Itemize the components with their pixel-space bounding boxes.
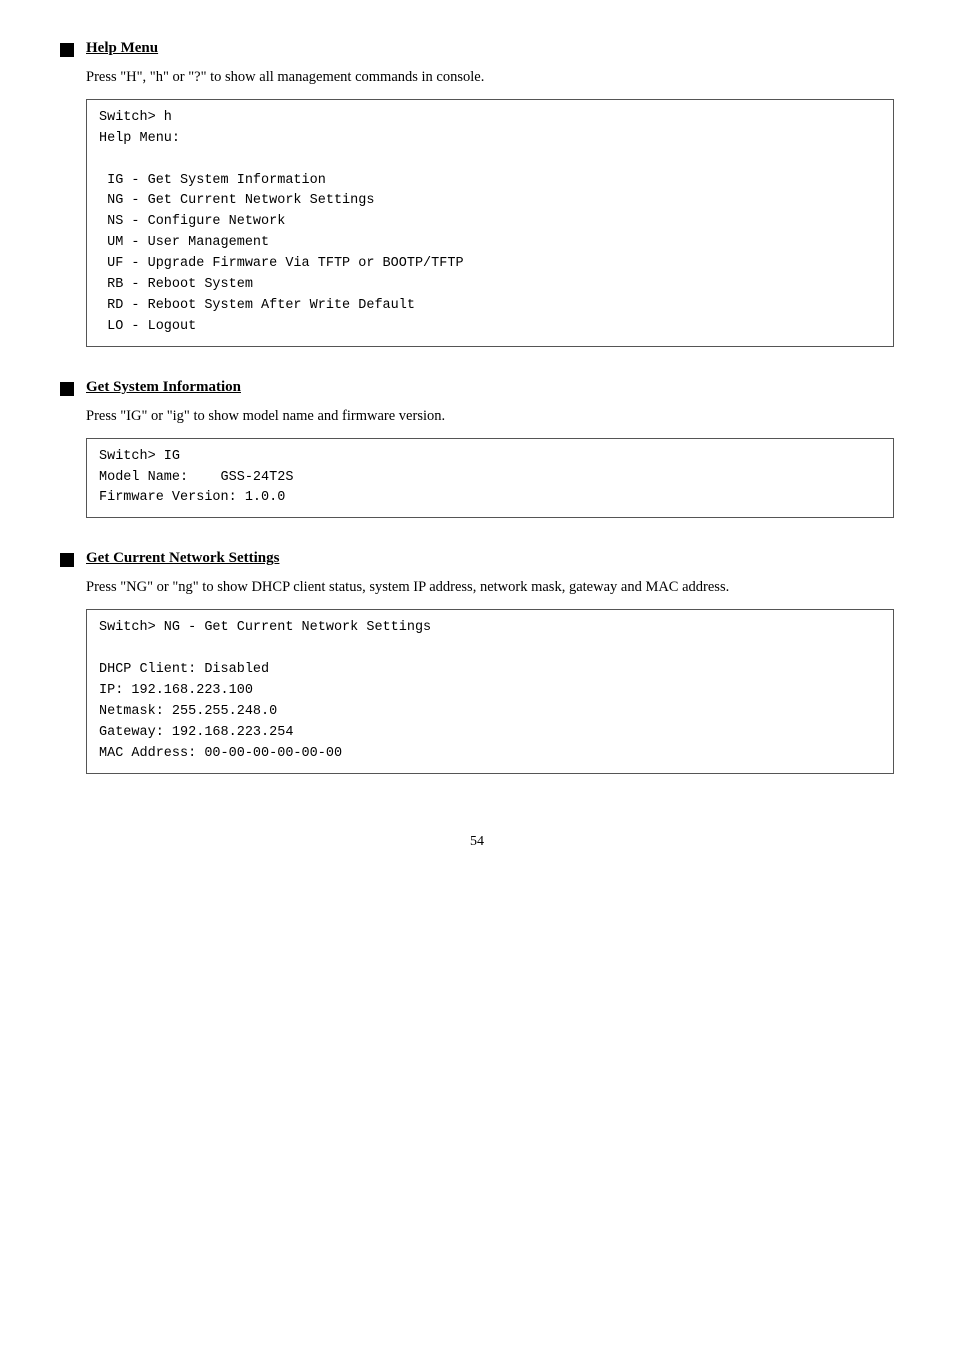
bullet-icon — [60, 553, 74, 567]
get-current-network-section: Get Current Network Settings Press "NG" … — [60, 550, 894, 773]
get-current-network-header: Get Current Network Settings — [60, 550, 894, 567]
help-menu-header: Help Menu — [60, 40, 894, 57]
bullet-icon — [60, 43, 74, 57]
get-system-info-description: Press "IG" or "ig" to show model name an… — [86, 406, 894, 428]
page-number: 54 — [60, 834, 894, 850]
get-system-info-code: Switch> IG Model Name: GSS-24T2S Firmwar… — [86, 438, 894, 519]
help-menu-title: Help Menu — [86, 40, 158, 57]
help-menu-description: Press "H", "h" or "?" to show all manage… — [86, 67, 894, 89]
get-system-info-header: Get System Information — [60, 379, 894, 396]
help-menu-code: Switch> h Help Menu: IG - Get System Inf… — [86, 99, 894, 347]
get-current-network-description: Press "NG" or "ng" to show DHCP client s… — [86, 577, 894, 599]
get-current-network-code: Switch> NG - Get Current Network Setting… — [86, 609, 894, 773]
bullet-icon — [60, 382, 74, 396]
help-menu-section: Help Menu Press "H", "h" or "?" to show … — [60, 40, 894, 347]
get-current-network-title: Get Current Network Settings — [86, 550, 279, 567]
get-system-info-section: Get System Information Press "IG" or "ig… — [60, 379, 894, 519]
get-system-info-title: Get System Information — [86, 379, 241, 396]
